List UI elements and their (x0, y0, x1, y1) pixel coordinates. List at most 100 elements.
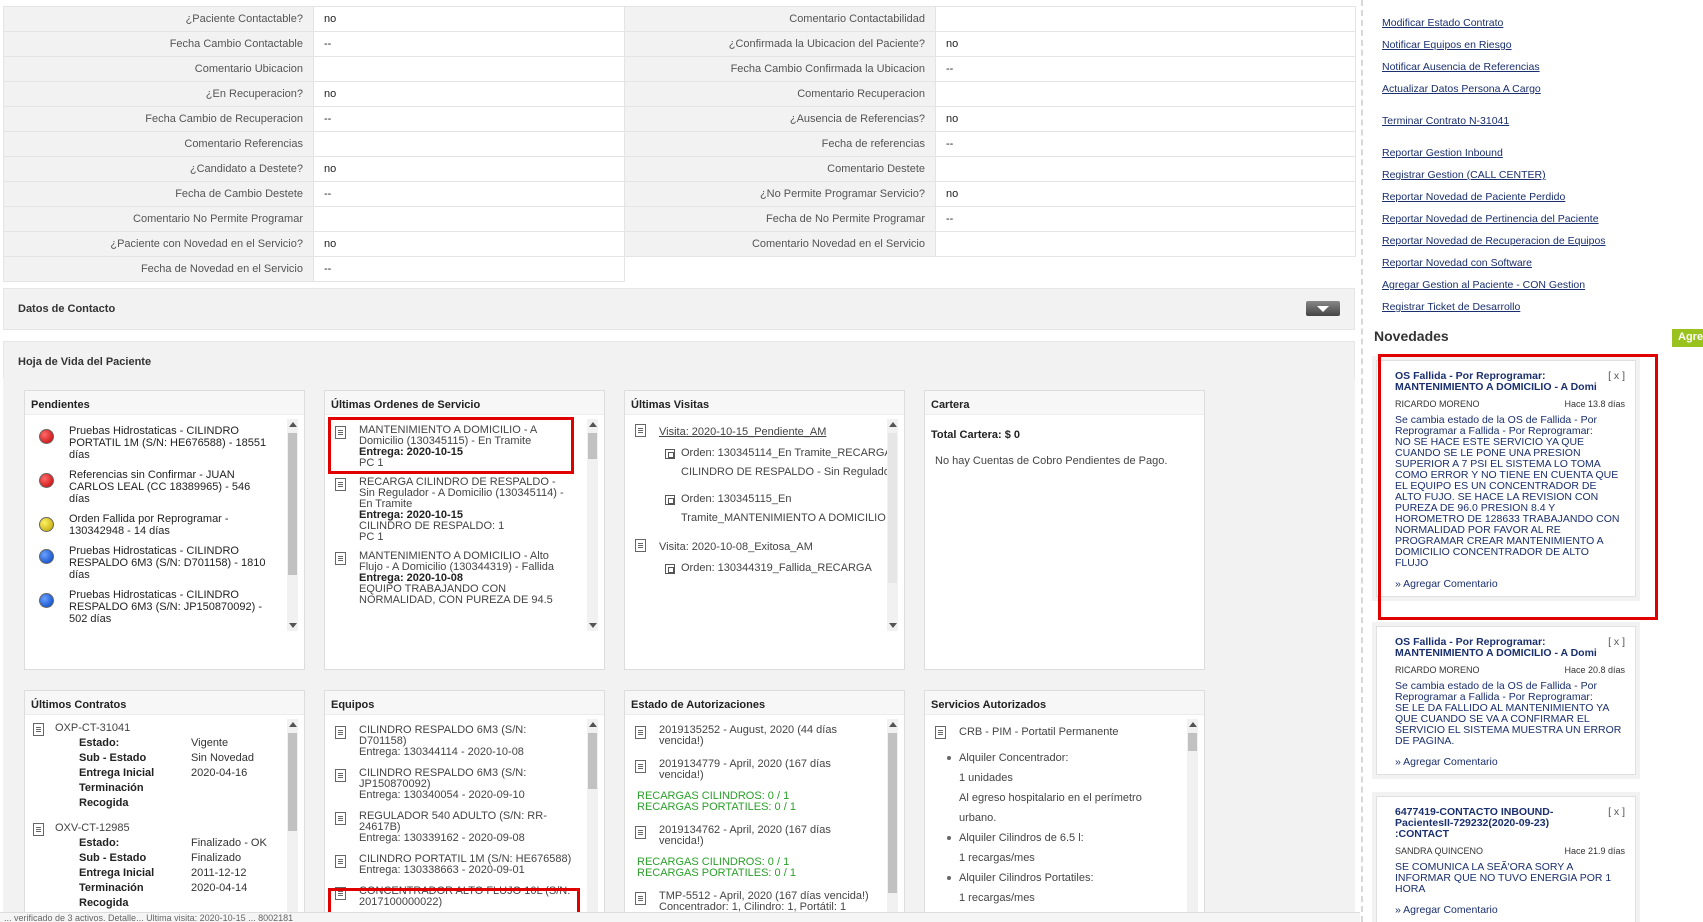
visit-item[interactable]: Visita: 2020-10-15_Pendiente_AM (625, 423, 904, 442)
pendientes-list[interactable]: Pruebas Hidrostaticas - CILINDRO PORTATI… (25, 419, 304, 633)
pendiente-item[interactable]: Pruebas Hidrostaticas - CILINDRO PORTATI… (25, 425, 304, 461)
action-link[interactable]: Actualizar Datos Persona A Cargo (1382, 83, 1541, 95)
order-icon (665, 449, 675, 459)
action-link[interactable]: Reportar Novedad con Software (1382, 257, 1532, 269)
document-icon (33, 823, 44, 836)
status-row: ¿Candidato a Destete? no Comentario Destet… (3, 156, 1356, 182)
pendientes-scrollbar[interactable] (287, 419, 298, 631)
autorizaciones-list[interactable]: 2019135252 - August, 2020 (44 días venci… (625, 719, 904, 922)
action-link[interactable]: Registrar Ticket de Desarrollo (1382, 301, 1520, 313)
ordenes-scrollbar[interactable] (587, 419, 598, 631)
status-dot-icon (39, 429, 54, 444)
status-label: ¿En Recuperacion? (3, 81, 314, 107)
action-link[interactable]: Reportar Novedad de Recuperacion de Equi… (1382, 235, 1606, 247)
contrato-field-label: Entrega Inicial (79, 867, 155, 879)
contrato-field-value: 2020-04-16 (191, 767, 248, 779)
action-link[interactable]: Registrar Gestion (CALL CENTER) (1382, 169, 1546, 181)
servicio-item: CRB - PIM - Portatil Permanente (925, 725, 1204, 740)
action-link[interactable]: Reportar Novedad de Pertinencia del Paci… (1382, 213, 1599, 225)
status-label: ¿Confirmada la Ubicacion del Paciente? (624, 31, 936, 57)
equipo-item[interactable]: CILINDRO PORTATIL 1M (S/N: HE676588) Entr… (325, 854, 604, 876)
pendiente-item[interactable]: Referencias sin Confirmar - JUAN CARLOS … (25, 469, 304, 505)
equipo-name: CILINDRO RESPALDO 6M3 (S/N: JP150870092) (359, 767, 527, 790)
visit-item[interactable]: Visita: 2020-10-08_Exitosa_AM (625, 538, 904, 557)
pendiente-item[interactable]: Orden Fallida por Reprogramar - 13034294… (25, 513, 304, 537)
action-link[interactable]: Modificar Estado Contrato (1382, 17, 1503, 29)
equipos-scrollbar[interactable] (587, 719, 598, 922)
servicio-bullet: Alquiler Concentrador: (947, 748, 1174, 768)
status-label: ¿No Permite Programar Servicio? (624, 181, 936, 207)
servicios-scrollbar[interactable] (1187, 719, 1198, 922)
servicios-list[interactable]: CRB - PIM - Portatil Permanente Alquiler… (925, 719, 1204, 922)
action-link[interactable]: Reportar Gestion Inbound (1382, 147, 1503, 159)
autorizacion-item[interactable]: TMP-5512 - April, 2020 (167 días vencida… (625, 891, 904, 913)
status-value (935, 156, 1356, 182)
equipo-item[interactable]: CILINDRO RESPALDO 6M3 (S/N: JP150870092)… (325, 768, 604, 801)
document-icon (335, 726, 346, 739)
visit-order-text: Orden: 130345114_En Tramite_RECARGA CILI… (681, 447, 894, 478)
status-row: Fecha de Novedad en el Servicio -- (3, 256, 1356, 282)
contrato-item[interactable]: OXP-CT-31041 Estado: Vigente Sub - Estado Si… (25, 721, 304, 811)
visit-order[interactable]: Orden: 130345114_En Tramite_RECARGA CILI… (625, 444, 904, 482)
expand-dropdown-button[interactable] (1306, 301, 1340, 316)
autorizaciones-scrollbar[interactable] (887, 719, 898, 922)
action-link[interactable]: Notificar Equipos en Riesgo (1382, 39, 1512, 51)
autorizacion-item[interactable]: 2019135252 - August, 2020 (44 días venci… (625, 725, 904, 747)
action-link[interactable]: Notificar Ausencia de Referencias (1382, 61, 1540, 73)
novedad-title: 6477419-CONTACTO INBOUND-PacientesII-729… (1395, 806, 1554, 840)
visit-link[interactable]: Visita: 2020-10-15_Pendiente_AM (659, 426, 826, 438)
visitas-list[interactable]: Visita: 2020-10-15_Pendiente_AM Orden: 1… (625, 419, 904, 633)
equipo-item[interactable]: CILINDRO RESPALDO 6M3 (S/N: D701158) Entr… (325, 725, 604, 758)
contrato-item[interactable]: OXV-CT-12985 Estado: Finalizado - OK Sub - … (25, 821, 304, 911)
document-icon (33, 723, 44, 736)
visitas-scrollbar[interactable] (887, 419, 898, 631)
status-label: Comentario No Permite Programar (3, 206, 314, 232)
visit-order[interactable]: Orden: 130344319_Fallida_RECARGA (625, 559, 904, 578)
contrato-field-value: 2011-12-12 (191, 867, 247, 879)
action-link[interactable]: Terminar Contrato N-31041 (1382, 115, 1509, 127)
close-icon[interactable]: [ x ] (1608, 807, 1625, 818)
contratos-scrollbar[interactable] (287, 719, 298, 922)
status-label: Comentario Novedad en el Servicio (624, 231, 936, 257)
equipo-entrega: Entrega: 130340054 - 2020-09-10 (359, 789, 525, 801)
equipo-entrega: Entrega: 130339162 - 2020-09-08 (359, 832, 525, 844)
visit-order[interactable]: Orden: 130345115_En Tramite_MANTENIMIENT… (625, 490, 904, 528)
orden-item[interactable]: MANTENIMIENTO A DOMICILIO - Alto Flujo -… (325, 551, 604, 606)
status-value: no (935, 31, 1356, 57)
ordenes-title: Últimas Ordenes de Servicio (325, 391, 604, 415)
contrato-field: Sub - Estado Sin Novedad (59, 751, 304, 766)
orden-text: MANTENIMIENTO A DOMICILIO - Alto Flujo -… (359, 550, 555, 573)
servicios-title: Servicios Autorizados (925, 691, 1204, 715)
contrato-field: Terminación 2020-04-14 (59, 881, 304, 896)
status-label: ¿Ausencia de Referencias? (624, 106, 936, 132)
orden-extra: NORMALIDAD, CON PUREZA DE 94.5 (359, 594, 553, 606)
highlight-box (1378, 354, 1658, 620)
autorizacion-item[interactable]: 2019134762 - April, 2020 (167 días venci… (625, 825, 904, 879)
action-link[interactable]: Reportar Novedad de Paciente Perdido (1382, 191, 1565, 203)
document-icon (935, 726, 946, 739)
contrato-field-label: Recogida (79, 797, 129, 809)
servicios-panel: Servicios Autorizados CRB - PIM - Portat… (924, 690, 1205, 922)
novedad-author: RICARDO MORENO (1395, 665, 1480, 675)
autorizacion-item[interactable]: 2019134779 - April, 2020 (167 días venci… (625, 759, 904, 813)
agregar-comentario-link[interactable]: » Agregar Comentario (1395, 905, 1625, 916)
status-dot-icon (39, 593, 54, 608)
novedad-card: OS Fallida - Por Reprogramar: MANTENIMIE… (1376, 626, 1636, 775)
pendiente-item[interactable]: Pruebas Hidrostaticas - CILINDRO RESPALD… (25, 589, 304, 625)
status-label: Comentario Destete (624, 156, 936, 182)
pendiente-item[interactable]: Pruebas Hidrostaticas - CILINDRO RESPALD… (25, 545, 304, 581)
pendientes-title: Pendientes (25, 391, 304, 415)
agregar-novedad-button[interactable]: Agre (1672, 329, 1703, 347)
action-link[interactable]: Agregar Gestion al Paciente - CON Gestio… (1382, 279, 1585, 291)
close-icon[interactable]: [ x ] (1608, 637, 1625, 648)
datos-contacto-header[interactable]: Datos de Contacto (3, 288, 1355, 330)
agregar-comentario-link[interactable]: » Agregar Comentario (1395, 757, 1625, 768)
contratos-list[interactable]: OXP-CT-31041 Estado: Vigente Sub - Estado Si… (25, 719, 304, 922)
pendiente-text: Pruebas Hidrostaticas - CILINDRO RESPALD… (69, 545, 266, 581)
status-label: Comentario Recuperacion (624, 81, 936, 107)
equipo-item[interactable]: REGULADOR 540 ADULTO (S/N: RR-24617B) Ent… (325, 811, 604, 844)
status-value: -- (313, 31, 625, 57)
status-value (313, 131, 625, 157)
cartera-body: Total Cartera: $ 0 No hay Cuentas de Cob… (925, 419, 1204, 633)
orden-item[interactable]: RECARGA CILINDRO DE RESPALDO - Sin Regul… (325, 477, 604, 543)
